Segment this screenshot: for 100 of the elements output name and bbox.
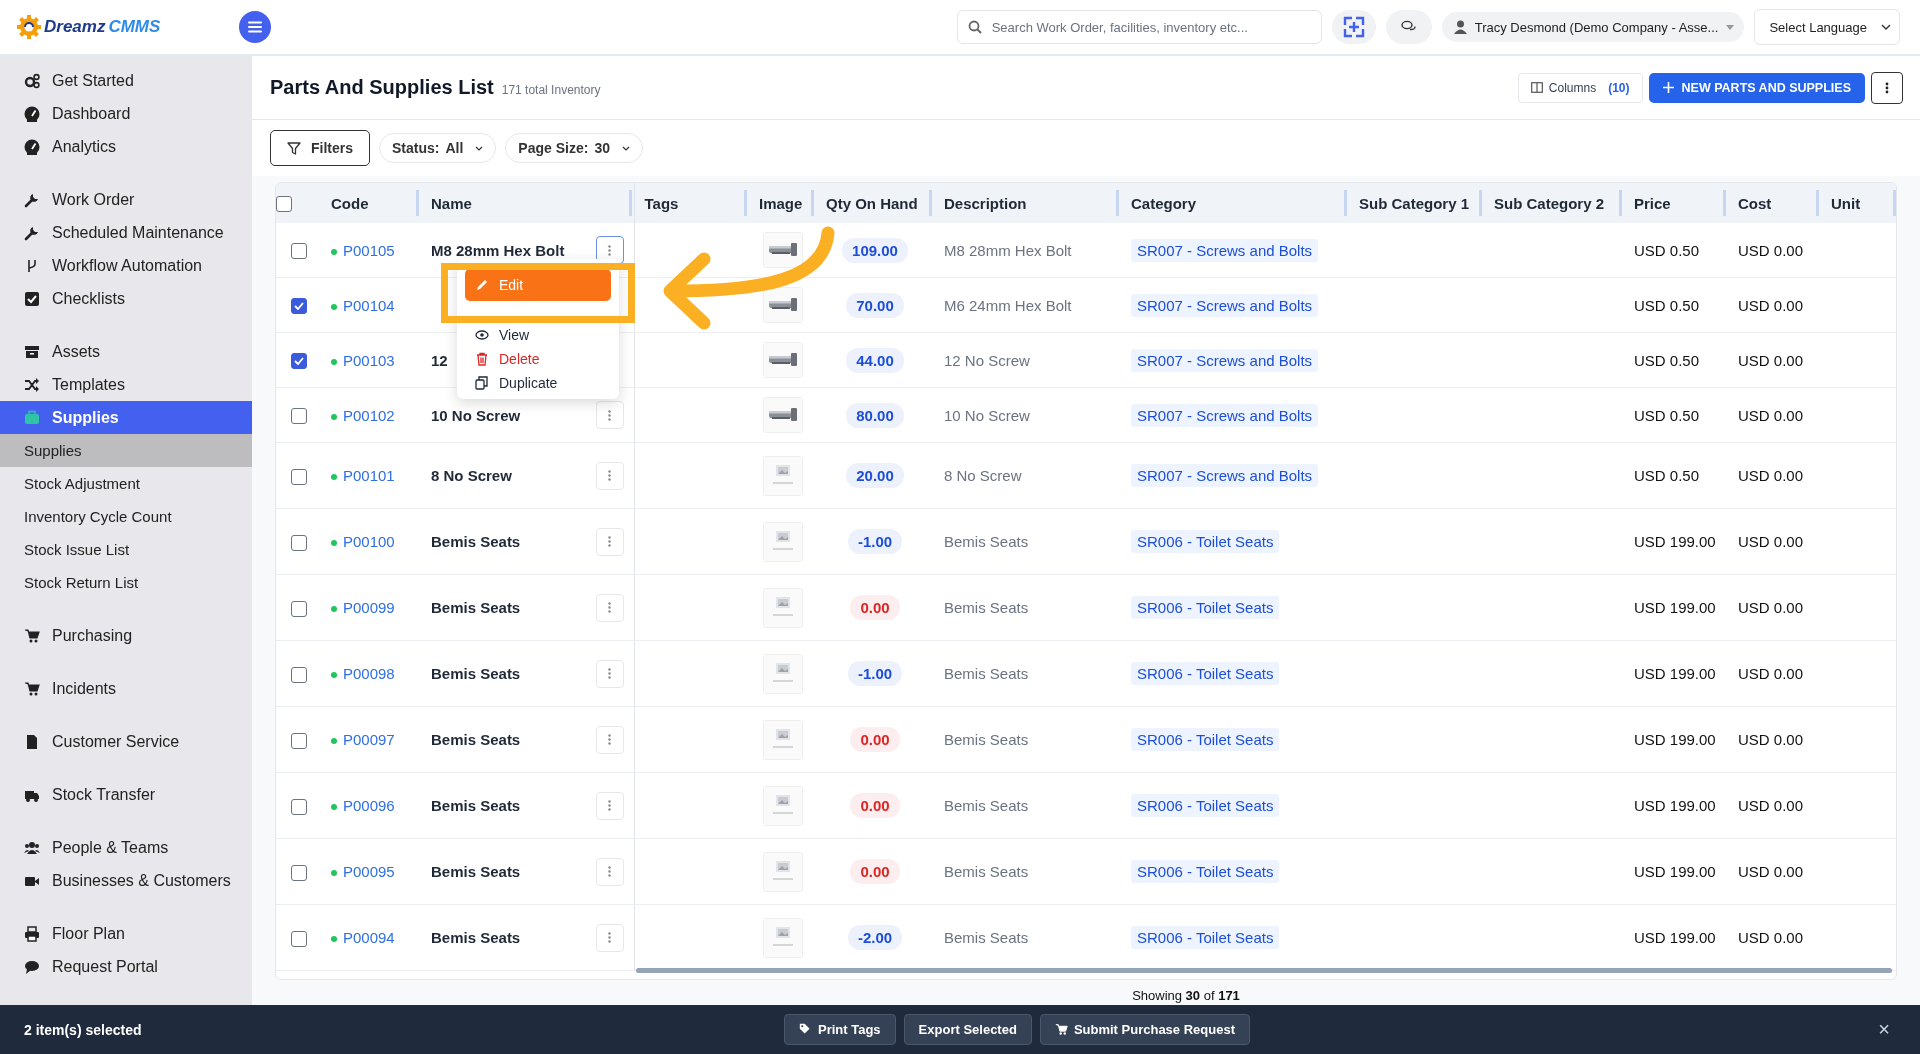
item-name: 8 No Screw	[431, 467, 512, 484]
action-button[interactable]: Print Tags	[784, 1014, 896, 1045]
chat-button[interactable]	[1385, 10, 1432, 44]
sidebar-item[interactable]: Incidents	[0, 672, 252, 705]
menu-button[interactable]	[239, 11, 271, 43]
column-header[interactable]: Price	[1634, 194, 1671, 212]
item-code-link[interactable]: P00098	[343, 665, 395, 682]
more-button[interactable]	[1871, 71, 1903, 104]
sidebar-item[interactable]: Get Started	[0, 64, 252, 97]
chevron-icon	[475, 145, 484, 151]
item-code-link[interactable]: P00103	[343, 351, 395, 369]
checkbox[interactable]	[290, 732, 307, 749]
sidebar-item[interactable]: Assets	[0, 335, 252, 368]
column-header[interactable]: Description	[944, 194, 1027, 212]
checkbox[interactable]	[290, 408, 307, 424]
sidebar-item[interactable]: Workflow Automation	[0, 249, 252, 282]
menu-item[interactable]: Duplicate	[465, 371, 611, 395]
category-tag[interactable]: SR006 - Toilet Seats	[1131, 662, 1280, 685]
checkbox[interactable]	[276, 196, 292, 212]
price-cell: USD 199.00	[1634, 929, 1716, 946]
sidebar-item[interactable]: Templates	[0, 368, 252, 401]
gauge-icon	[24, 138, 40, 155]
sidebar-item[interactable]: Checklists	[0, 282, 252, 315]
item-code-link[interactable]: P00100	[343, 533, 395, 550]
category-tag[interactable]: SR006 - Toilet Seats	[1131, 728, 1280, 751]
item-code-link[interactable]: P00094	[343, 929, 395, 946]
submenu-item[interactable]: Inventory Cycle Count	[0, 500, 252, 533]
category-tag[interactable]: SR007 - Screws and Bolts	[1131, 293, 1319, 317]
sidebar-item[interactable]: Stock Transfer	[0, 778, 252, 811]
sidebar-item[interactable]: Floor Plan	[0, 917, 252, 950]
columns-button[interactable]: Columns (10)	[1517, 72, 1643, 103]
sidebar-item[interactable]: Work Order	[0, 183, 252, 216]
submenu-item[interactable]: Stock Issue List	[0, 533, 252, 566]
filter-button[interactable]: Filters	[270, 130, 370, 166]
column-header[interactable]: Cost	[1738, 194, 1772, 212]
sidebar-item[interactable]: Businesses & Customers	[0, 864, 252, 897]
item-code-link[interactable]: P00105	[343, 241, 395, 259]
chevron-icon	[1881, 24, 1891, 30]
user-menu[interactable]: Tracy Desmond (Demo Company - Asse...	[1441, 12, 1745, 42]
column-header[interactable]: Code	[331, 194, 369, 212]
item-code-link[interactable]: P00102	[343, 406, 395, 424]
language-select[interactable]: Select Language	[1754, 9, 1900, 45]
search-input[interactable]: Search Work Order, facilities, inventory etc...	[989, 18, 1311, 36]
sidebar-item[interactable]: Customer Service	[0, 725, 252, 758]
submenu-item[interactable]: Stock Return List	[0, 566, 252, 599]
checkbox[interactable]	[290, 798, 307, 815]
item-code-link[interactable]: P00096	[343, 797, 395, 814]
new-item-button[interactable]: NEW PARTS AND SUPPLIES	[1648, 72, 1865, 103]
logo-text: Dreamz CMMS	[44, 17, 161, 37]
checkbox[interactable]	[290, 353, 307, 369]
action-button[interactable]: Export Selected	[903, 1014, 1032, 1045]
menu-item[interactable]: View	[465, 323, 611, 347]
gear-icon	[24, 72, 40, 89]
column-header[interactable]: Name	[431, 194, 472, 212]
category-tag[interactable]: SR007 - Screws and Bolts	[1131, 238, 1319, 262]
column-header[interactable]: Tags	[644, 194, 679, 212]
category-tag[interactable]: SR006 - Toilet Seats	[1131, 860, 1280, 883]
close-button[interactable]: ×	[1872, 1017, 1896, 1042]
item-code-link[interactable]: P00101	[343, 467, 395, 484]
checkbox[interactable]	[290, 666, 307, 683]
checkbox[interactable]	[290, 298, 307, 314]
checkbox[interactable]	[290, 468, 307, 485]
category-tag[interactable]: SR006 - Toilet Seats	[1131, 926, 1280, 949]
checkbox[interactable]	[290, 534, 307, 551]
sidebar-item[interactable]: Scheduled Maintenance	[0, 216, 252, 249]
category-tag[interactable]: SR007 - Screws and Bolts	[1131, 403, 1319, 427]
sidebar-item[interactable]: People & Teams	[0, 831, 252, 864]
item-code-link[interactable]: P00095	[343, 863, 395, 880]
item-code-link[interactable]: P00097	[343, 731, 395, 748]
category-tag[interactable]: SR007 - Screws and Bolts	[1131, 464, 1319, 487]
scan-button[interactable]	[1331, 10, 1376, 44]
sidebar-item[interactable]: Dashboard	[0, 97, 252, 130]
item-code-link[interactable]: P00104	[343, 296, 395, 314]
category-tag[interactable]: SR006 - Toilet Seats	[1131, 596, 1280, 619]
menu-item[interactable]: Delete	[465, 347, 611, 371]
filter-dropdown[interactable]: Page Size: 30	[505, 133, 643, 163]
submenu-item[interactable]: Stock Adjustment	[0, 467, 252, 500]
action-button[interactable]: Submit Purchase Request	[1039, 1014, 1250, 1045]
price-cell: USD 0.50	[1634, 296, 1700, 314]
sidebar-item[interactable]: Purchasing	[0, 619, 252, 652]
submenu-item[interactable]: Supplies	[0, 434, 252, 467]
column-header[interactable]: Unit	[1831, 194, 1861, 212]
sidebar-item[interactable]: Analytics	[0, 130, 252, 163]
copy-icon	[475, 376, 489, 390]
category-tag[interactable]: SR007 - Screws and Bolts	[1131, 348, 1319, 372]
checkbox[interactable]	[290, 930, 307, 947]
column-header[interactable]: Category	[1131, 194, 1197, 212]
checkbox[interactable]	[290, 243, 307, 259]
search-field[interactable]: Search Work Order, facilities, inventory etc...	[956, 10, 1322, 44]
sidebar-item[interactable]: Supplies	[0, 401, 252, 434]
sidebar-item[interactable]: Request Portal	[0, 950, 252, 983]
printer-icon	[24, 925, 40, 942]
checkbox[interactable]	[290, 864, 307, 881]
scrollbar-thumb[interactable]	[636, 968, 1892, 973]
category-tag[interactable]: SR006 - Toilet Seats	[1131, 794, 1280, 817]
item-code-link[interactable]: P00099	[343, 599, 395, 616]
filter-dropdown[interactable]: Status: All	[379, 133, 497, 163]
checkbox[interactable]	[290, 600, 307, 617]
item-count: 171 total Inventory	[501, 83, 601, 97]
category-tag[interactable]: SR006 - Toilet Seats	[1131, 530, 1280, 553]
